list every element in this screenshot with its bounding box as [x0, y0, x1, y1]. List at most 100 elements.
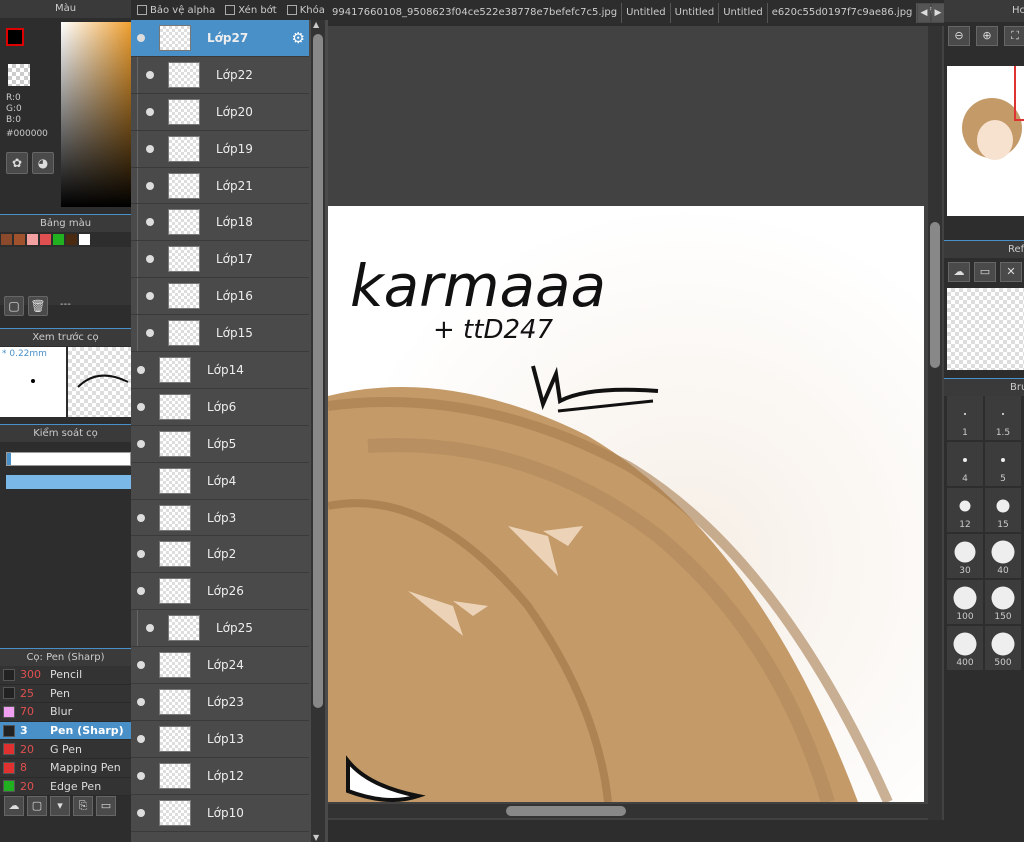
zoom-in-icon[interactable]: ⊕	[976, 26, 998, 46]
color-palette-icon[interactable]: ◕	[32, 152, 54, 174]
transparent-color-swatch[interactable]	[8, 64, 30, 86]
color-wheel-icon[interactable]: ✿	[6, 152, 28, 174]
brush-item[interactable]: 8 Mapping Pen	[0, 758, 131, 778]
clipping-checkbox[interactable]: Xén bớt	[225, 4, 277, 16]
reference-preview[interactable]	[947, 288, 1024, 370]
layer-row[interactable]: Lớp26	[131, 573, 309, 611]
layer-scrollbar[interactable]: ▲ ▼	[311, 20, 325, 842]
brush-size-cell[interactable]: 1.5	[985, 396, 1021, 440]
visibility-icon[interactable]	[137, 697, 145, 706]
brush-size-cell[interactable]: 30	[947, 534, 983, 578]
visibility-icon[interactable]	[137, 808, 145, 817]
visibility-icon[interactable]	[146, 255, 154, 264]
tab-prev-icon[interactable]: ◀	[918, 4, 930, 22]
layer-row[interactable]: Lớp19	[131, 130, 309, 168]
reference-close-icon[interactable]: ✕	[1000, 262, 1022, 282]
visibility-icon[interactable]	[146, 329, 154, 338]
visibility-icon[interactable]	[146, 624, 154, 633]
layer-row[interactable]: Lớp3	[131, 499, 309, 537]
document-tab[interactable]: 99417660108_9508623f04ce522e38778e7befef…	[328, 3, 623, 23]
palette-swatch[interactable]	[66, 234, 77, 245]
visibility-icon[interactable]	[137, 771, 145, 780]
scroll-up-icon[interactable]: ▲	[313, 20, 319, 29]
brush-item[interactable]: 25 Pen	[0, 684, 131, 704]
layer-row[interactable]: Lớp6	[131, 388, 309, 426]
layer-row[interactable]: Lớp22	[131, 56, 309, 94]
visibility-icon[interactable]	[146, 218, 154, 227]
document-tab[interactable]: Untitled	[719, 3, 768, 23]
layer-row[interactable]: Lớp12	[131, 757, 309, 795]
palette-swatch[interactable]	[79, 234, 90, 245]
visibility-icon[interactable]	[137, 402, 145, 411]
brush-size-cell[interactable]: 150	[985, 580, 1021, 624]
scroll-down-icon[interactable]: ▼	[313, 833, 319, 842]
fit-screen-icon[interactable]: ⛶	[1004, 26, 1024, 46]
brush-item[interactable]: 70 Blur	[0, 703, 131, 722]
layer-row[interactable]: Lớp20	[131, 93, 309, 131]
layer-row[interactable]: Lớp16	[131, 278, 309, 316]
layer-row[interactable]: Lớp15	[131, 315, 309, 353]
layer-row[interactable]: Lớp10	[131, 794, 309, 832]
visibility-icon[interactable]	[146, 181, 154, 190]
folder-icon[interactable]: ▭	[96, 796, 116, 816]
foreground-color-swatch[interactable]	[6, 28, 24, 46]
brush-size-cell[interactable]: 15	[985, 488, 1021, 532]
brush-size-slider[interactable]	[6, 452, 131, 466]
lock-checkbox[interactable]: Khóa	[286, 4, 325, 16]
brush-item[interactable]: 3 Pen (Sharp)	[0, 721, 131, 741]
document-tab[interactable]: Untitled	[671, 3, 720, 23]
protect-alpha-checkbox[interactable]: Bảo vệ alpha	[137, 4, 215, 16]
visibility-icon[interactable]	[146, 292, 154, 301]
layer-row[interactable]: Lớp14	[131, 352, 309, 389]
visibility-icon[interactable]	[146, 70, 154, 79]
palette-swatch[interactable]	[40, 234, 51, 245]
visibility-icon[interactable]	[137, 587, 145, 596]
palette-swatch[interactable]	[1, 234, 12, 245]
visibility-icon[interactable]	[137, 33, 145, 42]
canvas-horizontal-scrollbar[interactable]	[328, 804, 928, 818]
new-brush-icon[interactable]: ▢	[27, 796, 47, 816]
brush-size-cell[interactable]: 400	[947, 626, 983, 670]
color-picker-gradient[interactable]	[61, 22, 131, 207]
trash-icon[interactable]: 🗑	[28, 296, 48, 316]
visibility-icon[interactable]	[137, 365, 145, 374]
visibility-icon[interactable]	[146, 144, 154, 153]
brush-item[interactable]: 20 Edge Pen	[0, 777, 131, 797]
add-brush-dropdown-icon[interactable]: ▾	[50, 796, 70, 816]
brush-opacity-slider[interactable]	[6, 475, 131, 489]
visibility-icon[interactable]	[137, 734, 145, 743]
layer-row[interactable]: Lớp24	[131, 647, 309, 685]
layer-row[interactable]: Lớp21	[131, 167, 309, 205]
visibility-icon[interactable]	[137, 477, 145, 485]
new-palette-icon[interactable]: ▢	[4, 296, 24, 316]
canvas-vertical-scrollbar-thumb[interactable]	[930, 222, 940, 368]
layer-row[interactable]: Lớp4	[131, 462, 309, 500]
brush-size-cell[interactable]: 4	[947, 442, 983, 486]
palette-swatch[interactable]	[14, 234, 25, 245]
reference-folder-icon[interactable]: ▭	[974, 262, 996, 282]
cloud-icon[interactable]: ☁	[4, 796, 24, 816]
document-tab[interactable]: Untitled	[622, 3, 671, 23]
gear-icon[interactable]: ⚙	[292, 29, 305, 47]
canvas-horizontal-scrollbar-thumb[interactable]	[506, 806, 626, 816]
layer-row[interactable]: Lớp13	[131, 720, 309, 758]
layer-row[interactable]: Lớp17	[131, 241, 309, 279]
navigator-preview[interactable]	[947, 66, 1024, 216]
drawing-canvas[interactable]: karmaaa + ttD247	[328, 206, 924, 802]
brush-size-cell[interactable]: 5	[985, 442, 1021, 486]
layer-row[interactable]: Lớp25	[131, 610, 309, 648]
visibility-icon[interactable]	[137, 439, 145, 448]
brush-item[interactable]: 20 G Pen	[0, 740, 131, 759]
brush-size-cell[interactable]: 500	[985, 626, 1021, 670]
layer-row[interactable]: Lớp18	[131, 204, 309, 242]
reference-cloud-icon[interactable]: ☁	[948, 262, 970, 282]
brush-item[interactable]: 300 Pencil	[0, 666, 131, 685]
brush-size-cell[interactable]: 1	[947, 396, 983, 440]
copy-brush-icon[interactable]: ⎘	[73, 796, 93, 816]
layer-row[interactable]: Lớp5	[131, 425, 309, 463]
brush-size-cell[interactable]: 12	[947, 488, 983, 532]
layer-row[interactable]: Lớp23	[131, 684, 309, 721]
tab-next-icon[interactable]: ▶	[932, 4, 944, 22]
visibility-icon[interactable]	[137, 550, 145, 559]
layer-row[interactable]: Lớp2	[131, 536, 309, 574]
